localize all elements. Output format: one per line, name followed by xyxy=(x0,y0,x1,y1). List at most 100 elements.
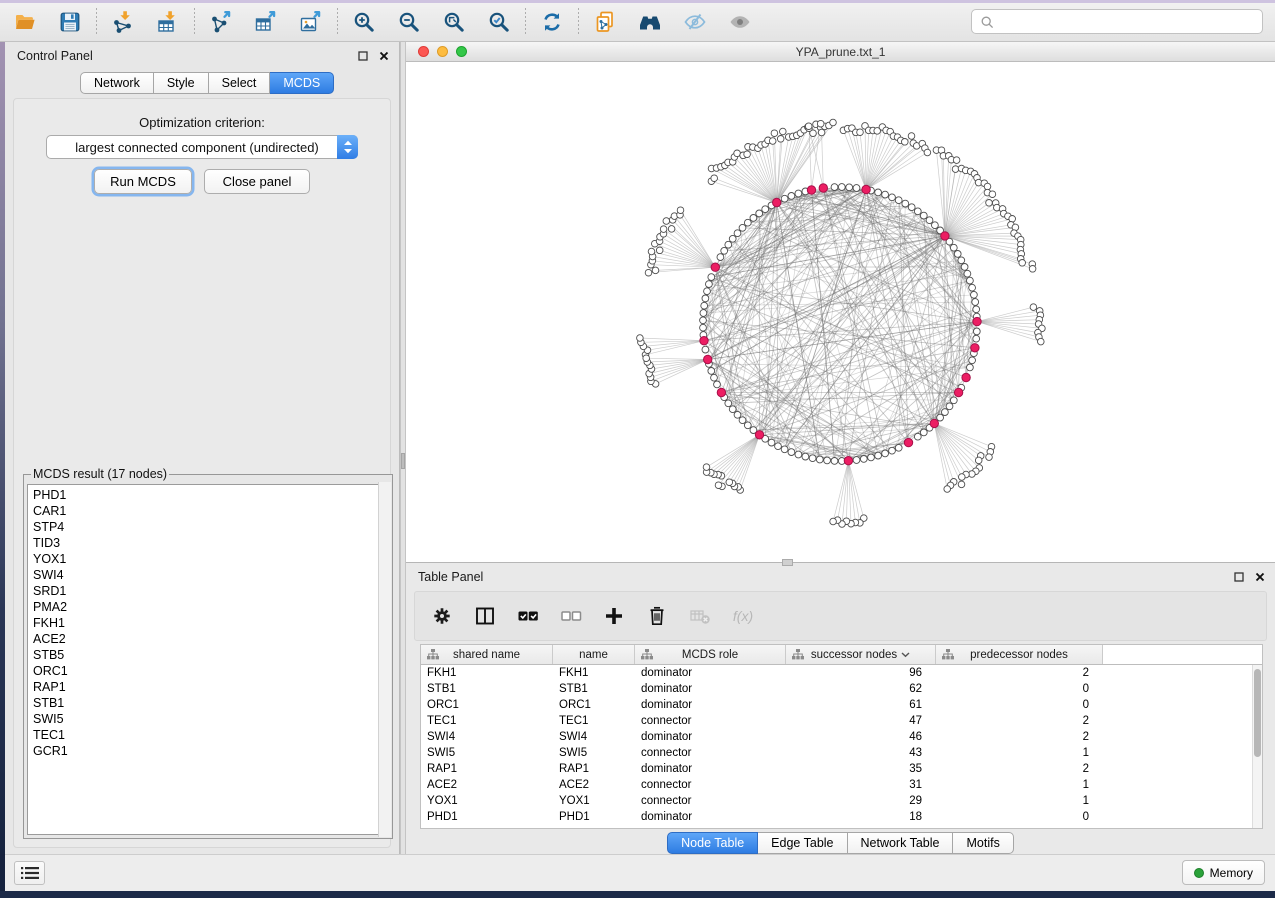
duplicate-network-icon[interactable] xyxy=(592,9,618,35)
open-file-icon[interactable] xyxy=(12,9,38,35)
tab-edge-table[interactable]: Edge Table xyxy=(758,832,847,854)
import-table-icon[interactable] xyxy=(155,9,181,35)
column-header-predecessor-nodes[interactable]: predecessor nodes xyxy=(936,645,1103,664)
mcds-result-node[interactable]: GCR1 xyxy=(33,743,388,759)
float-panel-icon[interactable] xyxy=(358,51,368,61)
mcds-list-scrollbar[interactable] xyxy=(378,482,391,837)
mcds-result-node[interactable]: RAP1 xyxy=(33,679,388,695)
zoom-selected-icon[interactable] xyxy=(486,9,512,35)
add-entry-icon[interactable] xyxy=(601,603,627,629)
attribute-icon xyxy=(942,649,954,663)
run-mcds-button[interactable]: Run MCDS xyxy=(94,169,192,194)
tab-mcds[interactable]: MCDS xyxy=(270,72,334,94)
mcds-result-node[interactable]: PHD1 xyxy=(33,487,388,503)
mcds-result-node[interactable]: ACE2 xyxy=(33,631,388,647)
tab-motifs[interactable]: Motifs xyxy=(953,832,1013,854)
main-toolbar xyxy=(0,3,1275,42)
tab-network-table[interactable]: Network Table xyxy=(848,832,954,854)
hide-selected-icon[interactable] xyxy=(682,9,708,35)
mcds-result-node[interactable]: PMA2 xyxy=(33,599,388,615)
mcds-result-node[interactable]: SWI4 xyxy=(33,567,388,583)
column-header-MCDS-role[interactable]: MCDS role xyxy=(635,645,786,664)
column-header-successor-nodes[interactable]: successor nodes xyxy=(786,645,936,664)
column-view-icon[interactable] xyxy=(472,603,498,629)
column-header-name[interactable]: name xyxy=(553,645,635,664)
show-all-icon[interactable] xyxy=(727,9,753,35)
tab-style[interactable]: Style xyxy=(154,72,209,94)
table-row[interactable]: SWI4SWI4dominator462 xyxy=(421,729,1262,745)
memory-label: Memory xyxy=(1210,866,1253,880)
table-row[interactable]: FKH1FKH1dominator962 xyxy=(421,665,1262,681)
memory-button[interactable]: Memory xyxy=(1182,860,1265,885)
table-scrollbar[interactable] xyxy=(1252,665,1262,828)
table-row[interactable]: RAP1RAP1dominator352 xyxy=(421,761,1262,777)
apply-layout-icon[interactable] xyxy=(539,9,565,35)
mcds-result-node[interactable]: STB1 xyxy=(33,695,388,711)
status-bar: Memory xyxy=(5,854,1275,891)
close-panel-icon[interactable] xyxy=(379,51,389,61)
table-row[interactable]: YOX1YOX1connector291 xyxy=(421,793,1262,809)
table-scrollbar-thumb[interactable] xyxy=(1254,669,1261,757)
svg-text:f(x): f(x) xyxy=(733,608,753,624)
import-network-icon[interactable] xyxy=(110,9,136,35)
tab-select[interactable]: Select xyxy=(209,72,271,94)
sort-desc-icon xyxy=(901,649,910,661)
mcds-panel: Optimization criterion: largest connecte… xyxy=(13,98,391,848)
table-header-row: shared namenameMCDS rolesuccessor nodesp… xyxy=(421,645,1262,665)
table-row[interactable]: TEC1TEC1connector472 xyxy=(421,713,1262,729)
network-canvas[interactable] xyxy=(406,62,1275,562)
table-row[interactable]: PHD1PHD1dominator180 xyxy=(421,809,1262,825)
control-panel-tabs: NetworkStyleSelectMCDS xyxy=(80,72,334,94)
export-table-icon[interactable] xyxy=(253,9,279,35)
zoom-in-icon[interactable] xyxy=(351,9,377,35)
mcds-result-node[interactable]: TEC1 xyxy=(33,727,388,743)
mcds-result-node[interactable]: SWI5 xyxy=(33,711,388,727)
close-panel-button[interactable]: Close panel xyxy=(204,169,310,194)
delete-entry-icon[interactable] xyxy=(644,603,670,629)
close-table-panel-icon[interactable] xyxy=(1255,572,1265,582)
tab-network[interactable]: Network xyxy=(80,72,154,94)
control-panel: Control Panel NetworkStyleSelectMCDS Opt… xyxy=(5,42,400,854)
criterion-label: Optimization criterion: xyxy=(14,115,390,130)
search-icon xyxy=(979,14,995,30)
mcds-result-node[interactable]: ORC1 xyxy=(33,663,388,679)
network-view-title: YPA_prune.txt_1 xyxy=(406,45,1275,59)
mcds-result-node[interactable]: STB5 xyxy=(33,647,388,663)
deselect-all-icon[interactable] xyxy=(558,603,584,629)
task-history-button[interactable] xyxy=(14,861,45,885)
zoom-out-icon[interactable] xyxy=(396,9,422,35)
mcds-result-node[interactable]: STP4 xyxy=(33,519,388,535)
mcds-result-title: MCDS result (17 nodes) xyxy=(31,467,169,481)
toolbar-separator xyxy=(96,8,97,36)
select-all-icon[interactable] xyxy=(515,603,541,629)
column-header-shared-name[interactable]: shared name xyxy=(421,645,553,664)
table-panel-title: Table Panel xyxy=(418,570,483,584)
criterion-dropdown[interactable]: largest connected component (undirected) xyxy=(46,135,358,159)
settings-gear-icon[interactable] xyxy=(429,603,455,629)
mcds-result-node[interactable]: FKH1 xyxy=(33,615,388,631)
table-row[interactable]: SWI5SWI5connector431 xyxy=(421,745,1262,761)
toolbar-separator xyxy=(578,8,579,36)
mcds-result-node[interactable]: TID3 xyxy=(33,535,388,551)
table-row[interactable]: ACE2ACE2connector311 xyxy=(421,777,1262,793)
search-box[interactable] xyxy=(971,9,1263,34)
tab-node-table[interactable]: Node Table xyxy=(667,832,758,854)
zoom-fit-icon[interactable] xyxy=(441,9,467,35)
table-row[interactable]: STB1STB1dominator620 xyxy=(421,681,1262,697)
dropdown-stepper-icon xyxy=(337,135,358,159)
memory-status-icon xyxy=(1194,868,1204,878)
first-neighbors-icon[interactable] xyxy=(637,9,663,35)
splitter-handle-icon[interactable] xyxy=(401,453,405,469)
export-image-icon[interactable] xyxy=(298,9,324,35)
mcds-result-node[interactable]: CAR1 xyxy=(33,503,388,519)
table-row[interactable]: ORC1ORC1dominator610 xyxy=(421,697,1262,713)
mcds-result-node[interactable]: SRD1 xyxy=(33,583,388,599)
mcds-result-list: PHD1CAR1STP4TID3YOX1SWI4SRD1PMA2FKH1ACE2… xyxy=(27,484,389,835)
search-input[interactable] xyxy=(1000,14,1255,30)
export-network-icon[interactable] xyxy=(208,9,234,35)
task-list-icon xyxy=(21,866,39,880)
main-area: Control Panel NetworkStyleSelectMCDS Opt… xyxy=(0,42,1275,854)
float-table-panel-icon[interactable] xyxy=(1234,572,1244,582)
mcds-result-node[interactable]: YOX1 xyxy=(33,551,388,567)
save-session-icon[interactable] xyxy=(57,9,83,35)
